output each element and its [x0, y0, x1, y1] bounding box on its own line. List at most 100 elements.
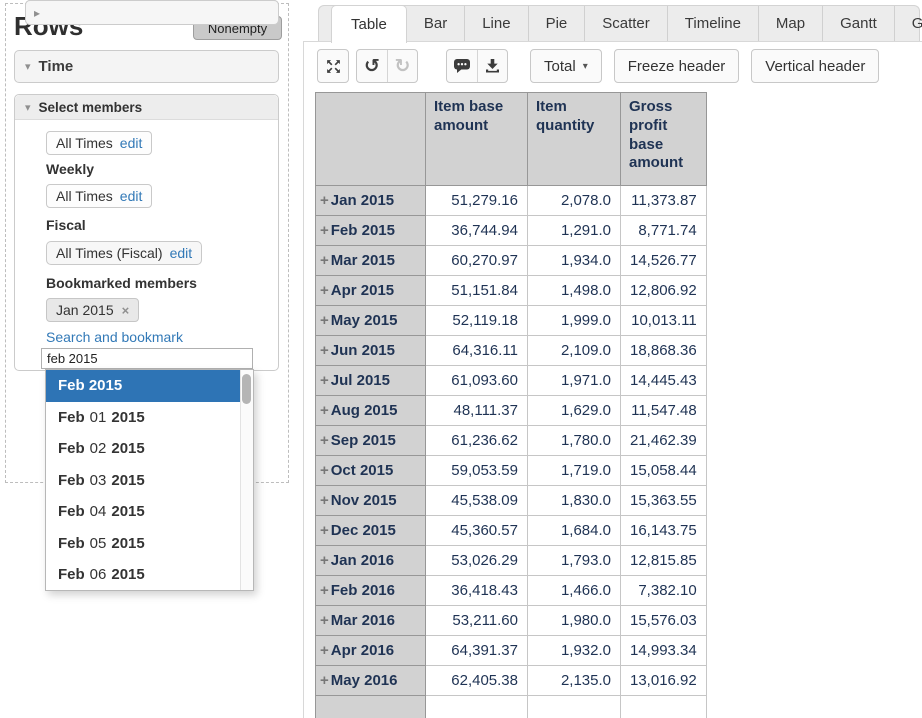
data-cell[interactable]: 51,151.84	[426, 276, 528, 306]
data-cell[interactable]: 1,971.0	[528, 366, 621, 396]
view-tab[interactable]: Scatter	[584, 6, 667, 41]
data-cell[interactable]: 12,815.85	[621, 546, 707, 576]
collapsed-hierarchy-panel[interactable]: ▸	[25, 0, 279, 25]
data-cell[interactable]: 59,053.59	[426, 456, 528, 486]
view-tab[interactable]: Gauge	[894, 6, 922, 41]
view-tab[interactable]: Map	[758, 6, 822, 41]
data-cell[interactable]: 14,993.34	[621, 636, 707, 666]
row-header-cell[interactable]: +Jul 2015	[316, 366, 426, 396]
dropdown-item-selected[interactable]: Feb 2015	[46, 370, 240, 402]
data-cell[interactable]: 1,980.0	[528, 606, 621, 636]
dropdown-item[interactable]: Feb 04 2015	[46, 496, 240, 528]
row-header-cell[interactable]: +Jan 2016	[316, 546, 426, 576]
data-cell[interactable]: 8,771.74	[621, 216, 707, 246]
vertical-header-button[interactable]: Vertical header	[751, 49, 879, 83]
expand-plus-icon[interactable]: +	[320, 462, 329, 479]
expand-plus-icon[interactable]: +	[320, 372, 329, 389]
data-cell[interactable]: 51,279.16	[426, 186, 528, 216]
download-button[interactable]	[477, 50, 507, 82]
expand-plus-icon[interactable]: +	[320, 192, 329, 209]
remove-bookmark-icon[interactable]: ×	[122, 303, 130, 318]
member-search-input[interactable]	[41, 348, 253, 369]
time-hierarchy-panel[interactable]: ▾ Time	[14, 50, 279, 83]
data-cell[interactable]: 14,526.77	[621, 246, 707, 276]
column-header[interactable]: Gross profit base amount	[621, 93, 707, 186]
data-cell[interactable]: 1,793.0	[528, 546, 621, 576]
data-cell[interactable]: 36,744.94	[426, 216, 528, 246]
data-cell[interactable]: 62,405.38	[426, 666, 528, 696]
dropdown-item[interactable]: Feb 06 2015	[46, 559, 240, 591]
row-header-cell[interactable]: +Oct 2015	[316, 456, 426, 486]
row-header-cell[interactable]: +May 2016	[316, 666, 426, 696]
data-cell[interactable]: 64,391.37	[426, 636, 528, 666]
data-cell[interactable]: 61,236.62	[426, 426, 528, 456]
view-tab[interactable]: Bar	[407, 6, 464, 41]
data-cell[interactable]: 45,360.57	[426, 516, 528, 546]
expand-all-button[interactable]	[317, 49, 349, 83]
row-header-cell[interactable]: +Jun 2015	[316, 336, 426, 366]
select-members-header[interactable]: ▾ Select members	[15, 95, 278, 120]
row-header-cell[interactable]: +Feb 2015	[316, 216, 426, 246]
data-cell[interactable]: 45,538.09	[426, 486, 528, 516]
undo-button[interactable]: ↺	[357, 50, 387, 82]
expand-plus-icon[interactable]: +	[320, 282, 329, 299]
row-header-cell[interactable]: +May 2015	[316, 306, 426, 336]
edit-link[interactable]: edit	[120, 135, 143, 151]
total-dropdown-button[interactable]: Total ▾	[530, 49, 602, 83]
tab-table[interactable]: Table	[331, 5, 407, 43]
row-header-cell[interactable]: +Sep 2015	[316, 426, 426, 456]
data-cell[interactable]: 1,498.0	[528, 276, 621, 306]
data-cell[interactable]: 1,719.0	[528, 456, 621, 486]
expand-plus-icon[interactable]: +	[320, 672, 329, 689]
data-cell[interactable]: 2,078.0	[528, 186, 621, 216]
view-tab[interactable]: Pie	[528, 6, 585, 41]
data-cell[interactable]: 11,547.48	[621, 396, 707, 426]
data-cell[interactable]: 48,111.37	[426, 396, 528, 426]
edit-link[interactable]: edit	[170, 245, 193, 261]
expand-plus-icon[interactable]: +	[320, 612, 329, 629]
data-cell[interactable]: 64,316.11	[426, 336, 528, 366]
expand-plus-icon[interactable]: +	[320, 222, 329, 239]
data-cell[interactable]: 1,934.0	[528, 246, 621, 276]
row-header-cell[interactable]: +Apr 2015	[316, 276, 426, 306]
data-cell[interactable]: 11,373.87	[621, 186, 707, 216]
data-cell[interactable]: 52,119.18	[426, 306, 528, 336]
data-cell[interactable]: 1,684.0	[528, 516, 621, 546]
expand-plus-icon[interactable]: +	[320, 552, 329, 569]
data-cell[interactable]: 2,135.0	[528, 666, 621, 696]
row-header-cell[interactable]: +Mar 2015	[316, 246, 426, 276]
data-cell[interactable]: 18,868.36	[621, 336, 707, 366]
row-header-cell[interactable]: +Aug 2015	[316, 396, 426, 426]
search-and-bookmark-link[interactable]: Search and bookmark	[46, 329, 183, 345]
data-cell[interactable]: 21,462.39	[621, 426, 707, 456]
expand-plus-icon[interactable]: +	[320, 582, 329, 599]
expand-plus-icon[interactable]: +	[320, 252, 329, 269]
redo-button[interactable]: ↻	[387, 50, 417, 82]
dropdown-item[interactable]: Feb 05 2015	[46, 528, 240, 560]
dropdown-item[interactable]: Feb 03 2015	[46, 465, 240, 497]
dropdown-scrollbar-thumb[interactable]	[242, 374, 251, 404]
view-tab[interactable]: Gantt	[822, 6, 894, 41]
data-cell[interactable]: 1,780.0	[528, 426, 621, 456]
expand-plus-icon[interactable]: +	[320, 642, 329, 659]
row-header-cell[interactable]: +Dec 2015	[316, 516, 426, 546]
data-cell[interactable]: 15,576.03	[621, 606, 707, 636]
data-cell[interactable]: 1,629.0	[528, 396, 621, 426]
edit-link[interactable]: edit	[120, 188, 143, 204]
data-cell[interactable]: 1,291.0	[528, 216, 621, 246]
data-cell[interactable]: 14,445.43	[621, 366, 707, 396]
row-header-cell[interactable]: +Nov 2015	[316, 486, 426, 516]
row-header-cell[interactable]: +Apr 2016	[316, 636, 426, 666]
expand-plus-icon[interactable]: +	[320, 432, 329, 449]
data-cell[interactable]: 10,013.11	[621, 306, 707, 336]
data-cell[interactable]: 1,466.0	[528, 576, 621, 606]
column-header[interactable]: Item base amount	[426, 93, 528, 186]
expand-plus-icon[interactable]: +	[320, 312, 329, 329]
data-cell[interactable]: 36,418.43	[426, 576, 528, 606]
data-cell[interactable]: 7,382.10	[621, 576, 707, 606]
data-cell[interactable]: 15,058.44	[621, 456, 707, 486]
data-cell[interactable]: 2,109.0	[528, 336, 621, 366]
comment-button[interactable]	[447, 50, 477, 82]
freeze-header-button[interactable]: Freeze header	[614, 49, 740, 83]
data-cell[interactable]: 1,932.0	[528, 636, 621, 666]
